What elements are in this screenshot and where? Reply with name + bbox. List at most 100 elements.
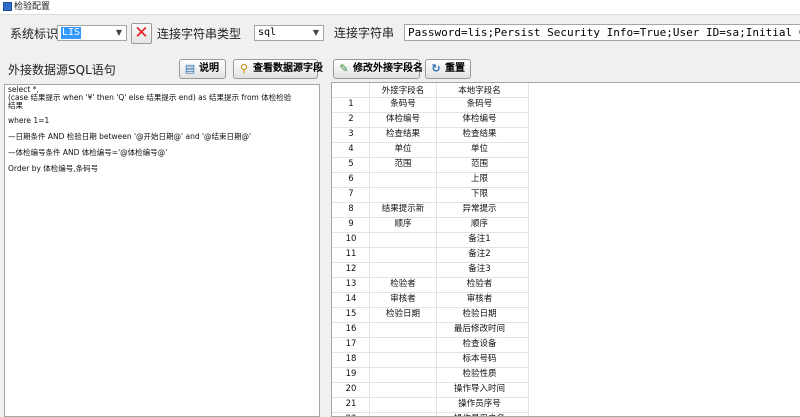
chevron-down-icon[interactable]: ▼ [309,26,323,40]
external-field-cell[interactable] [370,397,436,412]
table-row[interactable]: 7 下限 [332,187,532,202]
external-field-cell[interactable] [370,232,436,247]
sql-line: —日期条件 AND 检验日期 between '@开始日期@' and '@结束… [8,132,252,141]
pencil-icon: ✎ [339,62,349,75]
refresh-icon: ↻ [431,62,441,75]
external-field-cell[interactable] [370,382,436,397]
row-number: 2 [348,114,354,124]
table-row[interactable]: 15 检验日期 检验日期 [332,307,532,322]
field-mapping-grid[interactable]: 外接字段名 本地字段名 1 条码号 条码号 2 体检编号 体检编号 3 检查结果 检查结果 4 单位… [331,82,800,417]
chevron-down-icon[interactable]: ▼ [112,26,126,40]
local-field-cell[interactable]: 范围 [437,157,522,172]
table-row[interactable]: 22 操作员用户名 [332,412,532,416]
external-field-cell[interactable] [370,172,436,187]
table-row[interactable]: 9 顺序 顺序 [332,217,532,232]
external-field-cell[interactable]: 条码号 [370,97,436,112]
local-field-cell[interactable]: 备注1 [437,232,522,247]
sql-line: Order by 体检编号,条码号 [8,164,99,173]
table-row[interactable]: 18 标本号码 [332,352,532,367]
local-field-cell[interactable]: 检查设备 [437,337,522,352]
system-label: 系统标识 [10,27,59,41]
local-field-cell[interactable]: 最后修改时间 [437,322,522,337]
row-number: 15 [345,309,357,319]
local-field-cell[interactable]: 审核者 [437,292,522,307]
local-field-cell[interactable]: 操作导入时间 [437,382,522,397]
row-number: 9 [348,219,354,229]
table-row[interactable]: 20 操作导入时间 [332,382,532,397]
local-field-cell[interactable]: 下限 [437,187,522,202]
view-fields-button-label: 查看数据源字段 [253,63,323,74]
table-row[interactable]: 5 范围 范围 [332,157,532,172]
table-row[interactable]: 8 结果提示新 异常提示 [332,202,532,217]
local-field-cell[interactable]: 检验者 [437,277,522,292]
conn-string-label: 连接字符串 [334,26,395,40]
external-field-cell[interactable]: 结果提示新 [370,202,436,217]
table-row[interactable]: 12 备注3 [332,262,532,277]
close-icon: ✕ [134,23,149,43]
external-field-cell[interactable]: 单位 [370,142,436,157]
external-field-cell[interactable]: 检验日期 [370,307,436,322]
local-field-cell[interactable]: 上限 [437,172,522,187]
conn-string-input[interactable]: Password=lis;Persist Security Info=True;… [404,24,800,41]
table-row[interactable]: 1 条码号 条码号 [332,97,532,112]
table-row[interactable]: 16 最后修改时间 [332,322,532,337]
help-button-label: 说明 [199,63,219,74]
view-fields-button[interactable]: ⚲ 查看数据源字段 [233,59,323,79]
external-field-cell[interactable]: 体检编号 [370,112,436,127]
local-field-cell[interactable]: 标本号码 [437,352,522,367]
table-row[interactable]: 3 检查结果 检查结果 [332,127,532,142]
conn-type-select[interactable]: sql ▼ [254,25,324,41]
local-field-cell[interactable]: 体检编号 [437,112,522,127]
row-number: 11 [345,249,357,259]
local-field-cell[interactable]: 单位 [437,142,522,157]
local-field-cell[interactable]: 顺序 [437,217,522,232]
system-select[interactable]: LIS ▼ [57,25,127,41]
table-row[interactable]: 13 检验者 检验者 [332,277,532,292]
local-field-cell[interactable]: 异常提示 [437,202,522,217]
external-field-cell[interactable] [370,247,436,262]
local-field-cell[interactable]: 操作员序号 [437,397,522,412]
delete-button[interactable]: ✕ [131,23,152,44]
sql-line: 结果 [8,101,23,110]
table-row[interactable]: 17 检查设备 [332,337,532,352]
external-field-cell[interactable] [370,367,436,382]
external-field-cell[interactable]: 检验者 [370,277,436,292]
local-field-cell[interactable]: 检查结果 [437,127,522,142]
edit-fields-button[interactable]: ✎ 修改外接字段名 [333,59,423,79]
local-field-cell[interactable]: 备注3 [437,262,522,277]
local-field-cell[interactable]: 检验性质 [437,367,522,382]
external-field-cell[interactable] [370,352,436,367]
external-field-cell[interactable] [370,262,436,277]
external-field-cell[interactable]: 范围 [370,157,436,172]
reset-button[interactable]: ↻ 重置 [425,59,471,79]
local-field-cell[interactable]: 操作员用户名 [437,412,522,416]
external-field-cell[interactable]: 审核者 [370,292,436,307]
external-field-cell[interactable]: 检查结果 [370,127,436,142]
table-row[interactable]: 19 检验性质 [332,367,532,382]
table-row[interactable]: 4 单位 单位 [332,142,532,157]
title-bar: 检验配置 [0,0,800,15]
external-field-cell[interactable] [370,322,436,337]
table-row[interactable]: 2 体检编号 体检编号 [332,112,532,127]
table-row[interactable]: 14 审核者 审核者 [332,292,532,307]
help-button[interactable]: ▤ 说明 [179,59,226,79]
table-row[interactable]: 6 上限 [332,172,532,187]
row-number: 14 [345,294,357,304]
sql-editor[interactable]: select *, (case 结果提示 when '¥' then 'Q' e… [4,84,320,417]
row-number: 12 [345,264,357,274]
table-row[interactable]: 21 操作员序号 [332,397,532,412]
row-number: 16 [345,324,357,334]
conn-string-value: Password=lis;Persist Security Info=True;… [408,26,800,39]
table-row[interactable]: 11 备注2 [332,247,532,262]
row-number: 8 [348,204,354,214]
local-field-cell[interactable]: 备注2 [437,247,522,262]
local-field-cell[interactable]: 条码号 [437,97,522,112]
external-field-cell[interactable] [370,412,436,416]
row-number: 17 [345,339,357,349]
local-field-cell[interactable]: 检验日期 [437,307,522,322]
table-row[interactable]: 10 备注1 [332,232,532,247]
external-field-cell[interactable]: 顺序 [370,217,436,232]
external-field-cell[interactable] [370,187,436,202]
external-field-cell[interactable] [370,337,436,352]
system-select-value: LIS [61,27,82,39]
